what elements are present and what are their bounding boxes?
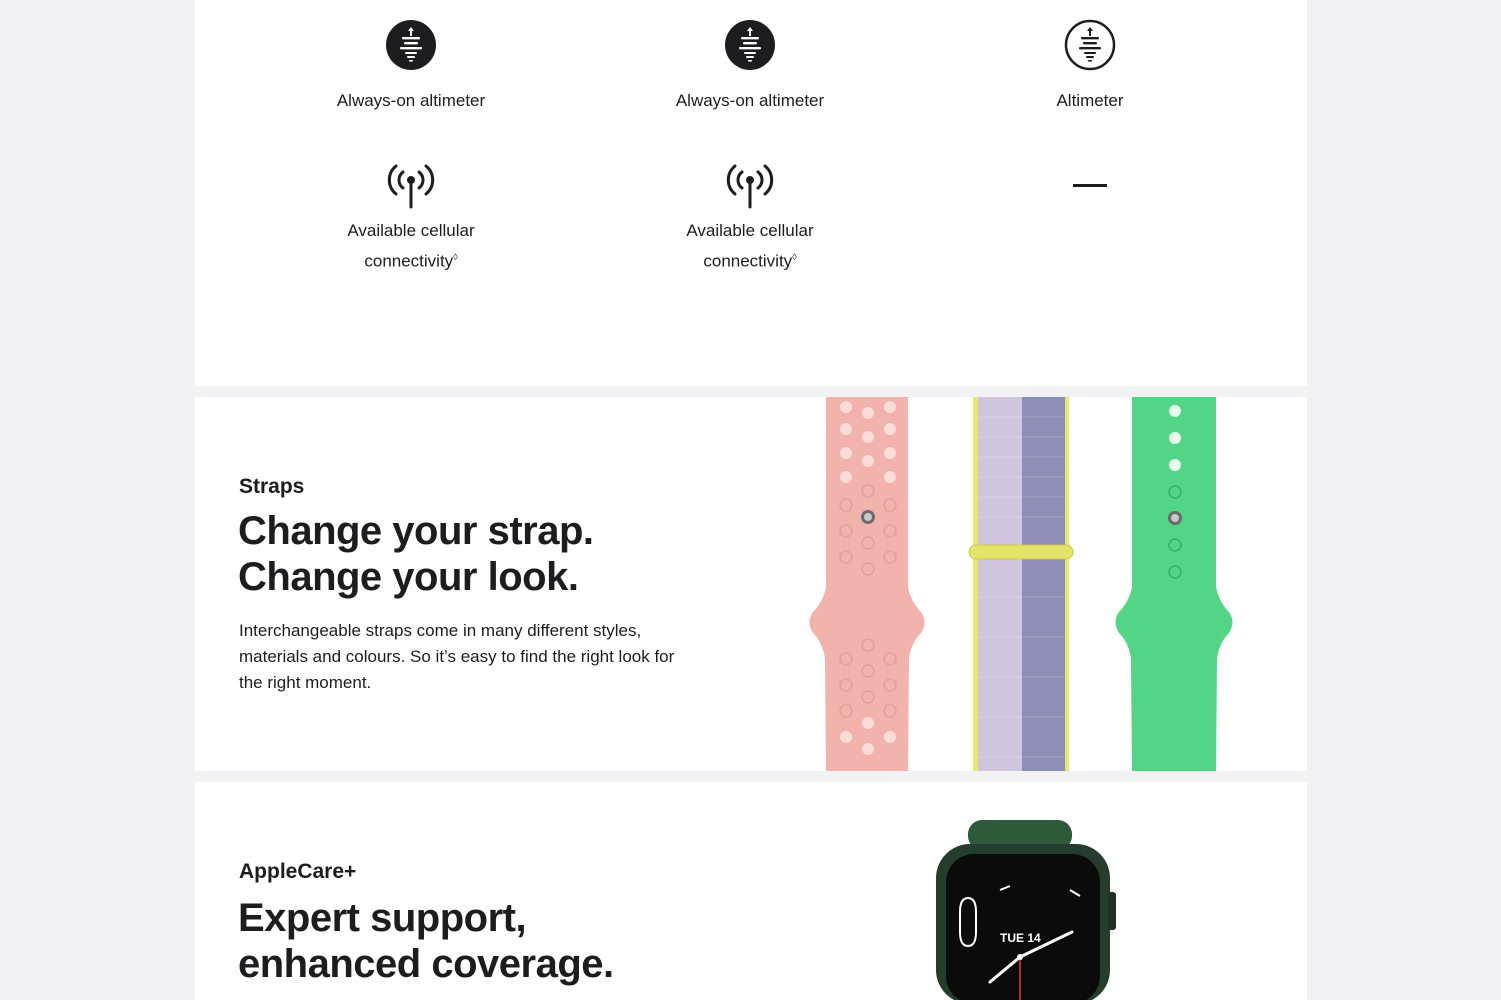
feature-always-on-altimeter-col1: Always-on altimeter xyxy=(241,19,581,114)
feature-label-line2: connectivity◊ xyxy=(241,244,581,275)
headline-line1: Expert support, xyxy=(238,896,527,940)
feature-label-text: connectivity xyxy=(703,251,793,271)
apple-watch-image: TUE 14 xyxy=(936,820,1116,1000)
feature-label: Always-on altimeter xyxy=(675,91,825,110)
feature-label: Altimeter xyxy=(1056,91,1124,110)
pink-sport-band xyxy=(809,397,925,771)
feature-cellular-col1: Available cellular connectivity◊ xyxy=(241,160,581,275)
footnote-marker[interactable]: ◊ xyxy=(453,252,457,262)
not-available-dash xyxy=(1073,184,1107,187)
section-eyebrow: AppleCare+ xyxy=(239,860,357,883)
watch-date-text: TUE 14 xyxy=(1000,931,1041,945)
feature-comparison-panel: Always-on altimeter Always-on altimeter xyxy=(195,0,1307,386)
feature-cellular-col2: Available cellular connectivity◊ xyxy=(580,160,920,275)
cellular-antenna-icon xyxy=(726,164,774,209)
feature-altimeter-col3: Altimeter xyxy=(920,19,1260,114)
cellular-antenna-icon xyxy=(387,164,435,209)
applecare-panel: AppleCare+ Expert support, enhanced cove… xyxy=(195,782,1307,1000)
section-eyebrow: Straps xyxy=(239,475,305,498)
feature-label: Always-on altimeter xyxy=(336,91,486,110)
altimeter-outline-icon xyxy=(1064,19,1116,71)
feature-label-line2: connectivity◊ xyxy=(580,244,920,275)
straps-panel: Straps Change your strap. Change your lo… xyxy=(195,397,1307,771)
straps-image xyxy=(809,397,1233,771)
feature-always-on-altimeter-col2: Always-on altimeter xyxy=(580,19,920,114)
footnote-marker[interactable]: ◊ xyxy=(792,252,796,262)
altimeter-icon xyxy=(386,20,436,70)
altimeter-icon xyxy=(725,20,775,70)
feature-label-text: connectivity xyxy=(364,251,454,271)
section-body-copy: Interchangeable straps come in many diff… xyxy=(239,621,675,692)
feature-label-line1: Available cellular xyxy=(686,221,814,240)
section-headline: Expert support, enhanced coverage. xyxy=(238,895,614,987)
woven-loop-band xyxy=(968,397,1074,771)
feature-label-line1: Available cellular xyxy=(347,221,475,240)
headline-line2: enhanced coverage. xyxy=(238,942,614,986)
section-headline: Change your strap. Change your look. xyxy=(238,508,594,600)
green-sport-band xyxy=(1115,397,1233,771)
headline-line2: Change your look. xyxy=(238,555,579,599)
headline-line1: Change your strap. xyxy=(238,509,594,553)
